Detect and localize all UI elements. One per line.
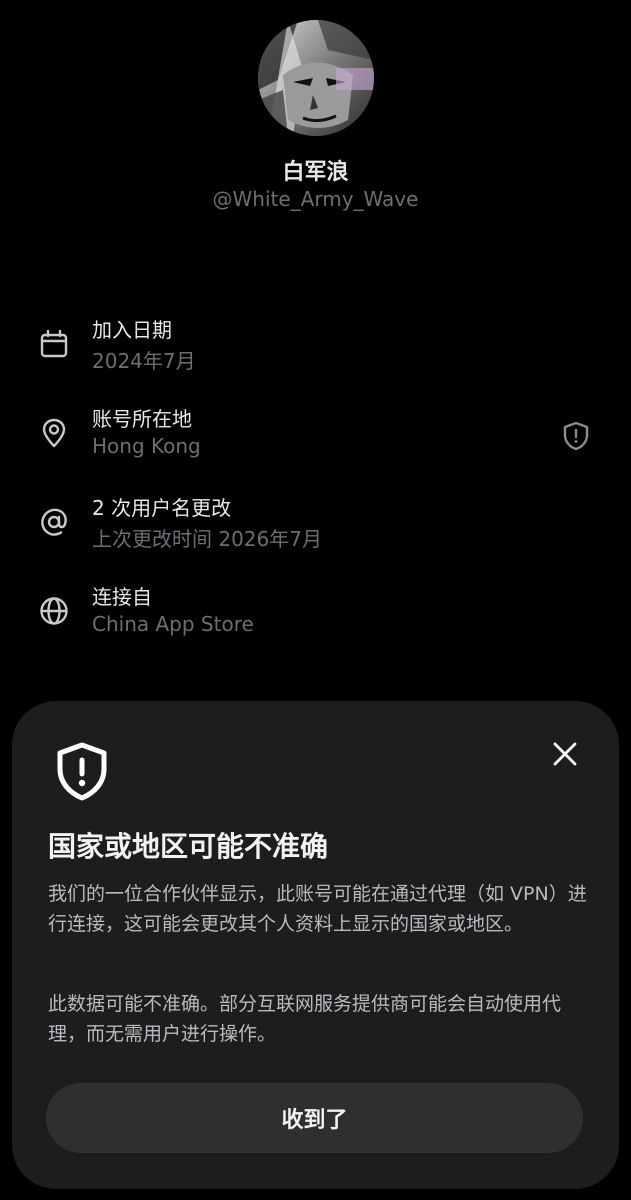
shield-alert-icon[interactable] [560, 420, 592, 452]
avatar[interactable] [258, 20, 374, 136]
sheet-paragraph-2: 此数据可能不准确。部分互联网服务提供商可能会自动使用代理，而无需用户进行操作。 [48, 993, 562, 1045]
username-handle: @White_Army_Wave [212, 187, 419, 211]
shield-alert-icon [52, 741, 112, 803]
username-changes-title: 2 次用户名更改 [92, 496, 232, 520]
close-icon[interactable] [550, 739, 580, 769]
at-sign-icon [38, 506, 70, 538]
sheet-paragraph-1: 我们的一位合作伙伴显示，此账号可能在通过代理（如 VPN）进行连接，这可能会更改… [48, 883, 587, 935]
globe-icon [38, 595, 70, 627]
location-warning-sheet: 国家或地区可能不准确 我们的一位合作伙伴显示，此账号可能在通过代理（如 VPN）… [12, 701, 619, 1189]
joined-value: 2024年7月 [92, 349, 196, 373]
display-name: 白军浪 [282, 160, 349, 185]
got-it-button[interactable]: 收到了 [46, 1083, 583, 1153]
info-row-joined: 加入日期 2024年7月 [0, 314, 631, 384]
joined-title: 加入日期 [92, 318, 172, 342]
sheet-title: 国家或地区可能不准确 [48, 830, 329, 863]
info-row-connected-via: 连接自 China App Store [0, 581, 631, 651]
connected-via-title: 连接自 [92, 585, 152, 609]
got-it-button-label: 收到了 [281, 1108, 348, 1133]
location-title: 账号所在地 [92, 407, 192, 431]
calendar-icon [38, 328, 70, 360]
location-pin-icon [38, 417, 70, 449]
info-row-username-changes: 2 次用户名更改 上次更改时间 2026年7月 [0, 492, 631, 562]
profile-about-page: 白军浪 @White_Army_Wave 加入日期 2024年7月 账号所在地 … [0, 0, 631, 1200]
info-row-location: 账号所在地 Hong Kong [0, 403, 631, 473]
username-changes-value: 上次更改时间 2026年7月 [92, 527, 322, 551]
location-value: Hong Kong [92, 434, 201, 458]
connected-via-value: China App Store [92, 612, 254, 636]
